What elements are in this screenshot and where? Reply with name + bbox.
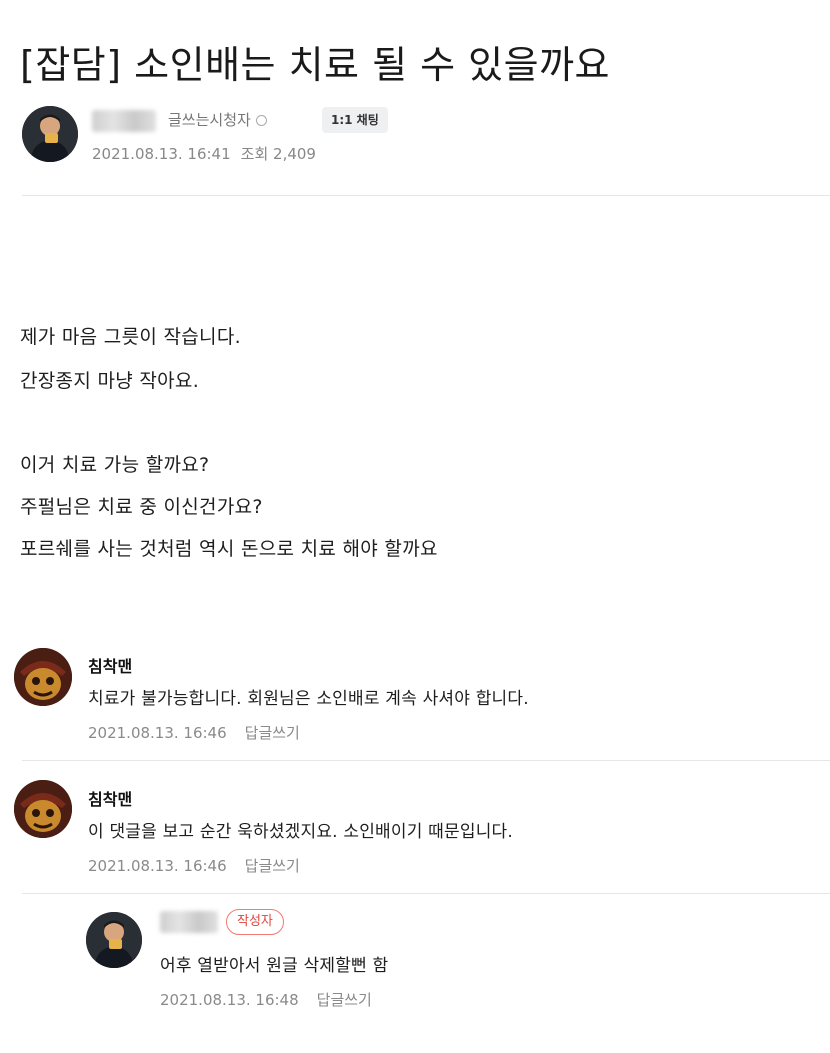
post-meta: 2021.08.13. 16:41 조회 2,409 — [92, 143, 316, 164]
reply-meta: 2021.08.13. 16:48 답글쓰기 — [160, 989, 372, 1010]
post-body-line: 이거 치료 가능 할까요? — [20, 454, 210, 476]
comment-date: 2021.08.13. 16:46 — [88, 857, 227, 875]
comment-meta: 2021.08.13. 16:46 답글쓰기 — [88, 722, 300, 743]
author-avatar[interactable] — [22, 106, 78, 162]
comment-meta: 2021.08.13. 16:46 답글쓰기 — [88, 855, 300, 876]
author-photo-icon — [86, 912, 142, 968]
comment-nickname[interactable]: 침착맨 — [88, 653, 132, 677]
one-to-one-chat-button[interactable]: 1:1 채팅 — [322, 107, 388, 133]
post-body-line: 간장종지 마냥 작아요. — [20, 370, 200, 392]
reply-button[interactable]: 답글쓰기 — [245, 724, 300, 742]
post-views: 조회 2,409 — [240, 145, 316, 163]
commenter-avatar[interactable] — [14, 780, 72, 838]
comment-text: 치료가 불가능합니다. 회원님은 소인배로 계속 사셔야 합니다. — [88, 689, 529, 709]
writer-badge: 작성자 — [226, 909, 284, 935]
reply-author-name-redacted — [160, 911, 218, 933]
reply-button[interactable]: 답글쓰기 — [317, 991, 372, 1009]
post-body-line: 제가 마음 그릇이 작습니다. — [20, 326, 241, 348]
reply-date: 2021.08.13. 16:48 — [160, 991, 299, 1009]
author-grade-label: 글쓰는시청자 — [168, 111, 251, 129]
cartoon-face-icon — [14, 648, 72, 706]
commenter-avatar[interactable] — [14, 648, 72, 706]
post-body-line: 포르쉐를 사는 것처럼 역시 돈으로 치료 해야 할까요 — [20, 538, 438, 560]
comment-date: 2021.08.13. 16:46 — [88, 724, 227, 742]
post-body-line: 주펄님은 치료 중 이신건가요? — [20, 496, 263, 518]
header-divider — [22, 195, 830, 196]
reply-text: 어후 열받아서 원글 삭제할뻔 함 — [160, 956, 389, 976]
author-name-redacted — [92, 110, 156, 132]
author-grade: 글쓰는시청자 — [168, 109, 267, 130]
comment-text: 이 댓글을 보고 순간 욱하셨겠지요. 소인배이기 때문입니다. — [88, 822, 513, 842]
post-date: 2021.08.13. 16:41 — [92, 145, 231, 163]
author-reply-avatar[interactable] — [86, 912, 142, 968]
reply-button[interactable]: 답글쓰기 — [245, 857, 300, 875]
author-photo-icon — [22, 106, 78, 162]
cartoon-face-icon — [14, 780, 72, 838]
comment-divider — [22, 760, 830, 761]
comment-nickname[interactable]: 침착맨 — [88, 786, 132, 810]
grade-circle-icon — [255, 115, 267, 126]
post-title: [잡담] 소인배는 치료 될 수 있을까요 — [20, 43, 610, 87]
comment-divider — [22, 893, 830, 894]
